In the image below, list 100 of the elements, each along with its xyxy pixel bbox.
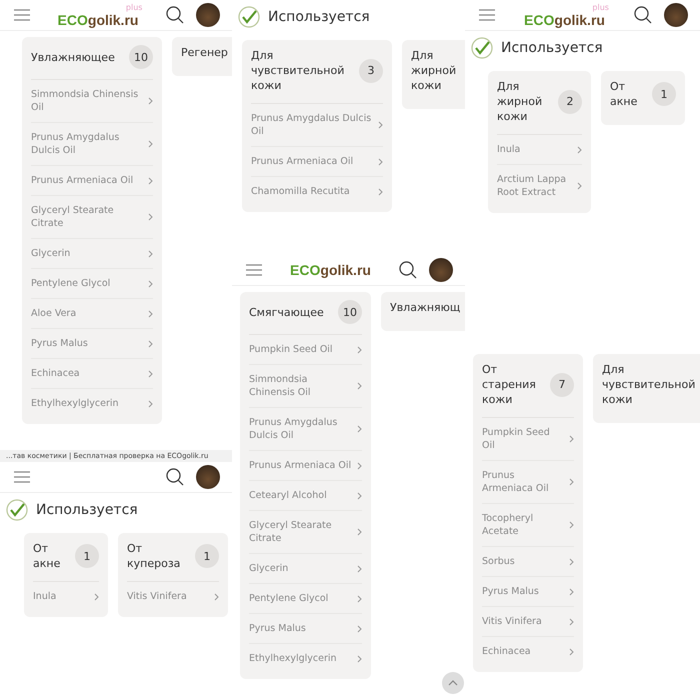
menu-icon[interactable] [246, 264, 262, 276]
count-badge: 10 [338, 300, 362, 324]
ingredient-link[interactable]: Pumpkin Seed Oil [482, 418, 574, 461]
count-badge: 1 [195, 544, 219, 568]
chevron-icon [357, 462, 362, 470]
chevron-icon [357, 594, 362, 602]
ingredient-link[interactable]: Simmondsia Chinensis Oil [249, 365, 362, 408]
ingredient-link[interactable]: Inula [497, 135, 582, 165]
category-title[interactable]: Для чувствительной кожи [251, 48, 355, 93]
ingredient-link[interactable]: Cetearyl Alcohol [249, 481, 362, 511]
ingredient-link[interactable]: Glycerin [249, 554, 362, 584]
search-icon[interactable] [166, 6, 184, 24]
ingredient-link[interactable]: Chamomilla Recutita [251, 177, 383, 206]
search-icon[interactable] [399, 261, 417, 279]
avatar[interactable] [196, 465, 220, 489]
ingredient-link[interactable]: Pyrus Malus [249, 614, 362, 644]
logo-text[interactable]: ECO [58, 12, 88, 28]
chevron-icon [148, 176, 153, 184]
ingredient-link[interactable]: Glyceryl Stearate Citrate [249, 511, 362, 554]
ingredient-link[interactable]: Aloe Vera [31, 299, 153, 329]
logo-domain[interactable]: golik.ru [88, 12, 138, 28]
ingredient-link[interactable]: Prunus Armeniaca Oil [31, 166, 153, 196]
avatar[interactable] [664, 3, 688, 27]
ingredient-link[interactable]: Prunus Amygdalus Dulcis Oil [249, 408, 362, 451]
check-icon [6, 499, 28, 521]
logo-text[interactable]: ECO [290, 262, 320, 278]
count-badge: 1 [652, 82, 676, 106]
category-title[interactable]: Для жирной кожи [411, 48, 465, 93]
ingredient-link[interactable]: Sorbus [482, 547, 574, 577]
chevron-icon [577, 182, 582, 190]
chevron-icon [148, 97, 153, 105]
chevron-icon [148, 370, 153, 378]
ingredient-link[interactable]: Echinacea [31, 359, 153, 389]
avatar[interactable] [429, 258, 453, 282]
logo-domain[interactable]: golik.ru [554, 12, 605, 28]
ingredient-link[interactable]: Inula [33, 582, 99, 611]
chevron-icon [569, 435, 574, 443]
ingredient-link[interactable]: Vitis Vinifera [127, 582, 219, 611]
ingredient-link[interactable]: Glyceryl Stearate Citrate [31, 196, 153, 239]
menu-icon[interactable] [479, 9, 495, 21]
chevron-icon [569, 521, 574, 529]
chevron-icon [357, 654, 362, 662]
chevron-icon [357, 528, 362, 536]
avatar[interactable] [196, 3, 220, 27]
chevron-icon [148, 140, 153, 148]
ingredient-link[interactable]: Vitis Vinifera [482, 607, 574, 637]
menu-icon[interactable] [14, 471, 30, 483]
chevron-icon [148, 310, 153, 318]
chevron-icon [214, 592, 219, 600]
search-icon[interactable] [166, 468, 184, 486]
chevron-icon [357, 492, 362, 500]
ingredient-link[interactable]: Simmondsia Chinensis Oil [31, 80, 153, 123]
ingredient-link[interactable]: Pyrus Malus [31, 329, 153, 359]
ingredient-link[interactable]: Pentylene Glycol [249, 584, 362, 614]
chevron-icon [378, 121, 383, 129]
count-badge: 7 [550, 372, 574, 396]
chevron-icon [378, 188, 383, 196]
ingredient-link[interactable]: Prunus Amygdalus Dulcis Oil [251, 104, 383, 147]
menu-icon[interactable] [14, 9, 30, 21]
ingredient-link[interactable]: Echinacea [482, 637, 574, 666]
count-badge: 10 [129, 45, 153, 69]
ingredient-link[interactable]: Glycerin [31, 239, 153, 269]
chevron-icon [569, 618, 574, 626]
ingredient-link[interactable]: Prunus Armeniaca Oil [251, 147, 383, 177]
category-title[interactable]: Увлажняющее [31, 50, 115, 64]
chevron-icon [357, 346, 362, 354]
section-title: Используется [501, 40, 603, 56]
category-title[interactable]: От купероза [127, 541, 191, 571]
check-icon [238, 6, 260, 28]
ingredient-link[interactable]: Ethylhexylglycerin [249, 644, 362, 673]
search-icon[interactable] [634, 6, 652, 24]
category-title[interactable]: Для чувствительной кожи [602, 362, 700, 407]
logo-plus-label: plus [592, 2, 609, 12]
ingredient-link[interactable]: Ethylhexylglycerin [31, 389, 153, 418]
ingredient-link[interactable]: Pentylene Glycol [31, 269, 153, 299]
ingredient-link[interactable]: Tocopheryl Acetate [482, 504, 574, 547]
chevron-icon [569, 648, 574, 656]
chevron-icon [357, 425, 362, 433]
logo-text[interactable]: ECO [524, 12, 554, 28]
ingredient-link[interactable]: Prunus Amygdalus Dulcis Oil [31, 123, 153, 166]
category-title[interactable]: От акне [33, 541, 71, 571]
ingredient-link[interactable]: Pyrus Malus [482, 577, 574, 607]
category-title[interactable]: Смягчающее [249, 304, 324, 320]
logo-domain[interactable]: golik.ru [320, 262, 371, 278]
category-title[interactable]: От старения кожи [482, 362, 546, 407]
category-title[interactable]: Для жирной кожи [497, 79, 554, 124]
ingredient-link[interactable]: Pumpkin Seed Oil [249, 335, 362, 365]
ingredient-link[interactable]: Prunus Armeniaca Oil [249, 451, 362, 481]
chevron-icon [148, 340, 153, 348]
chevron-icon [148, 400, 153, 408]
category-title[interactable]: От акне [610, 79, 648, 109]
category-title[interactable]: Регенер [181, 45, 228, 60]
chevron-icon [148, 213, 153, 221]
ingredient-link[interactable]: Prunus Armeniaca Oil [482, 461, 574, 504]
logo-plus-label: plus [126, 2, 142, 12]
count-badge: 1 [75, 544, 99, 568]
chevron-icon [569, 478, 574, 486]
category-title[interactable]: Увлажняющ [390, 300, 460, 315]
ingredient-link[interactable]: Arctium Lappa Root Extract [497, 165, 582, 207]
count-badge: 3 [359, 58, 383, 82]
